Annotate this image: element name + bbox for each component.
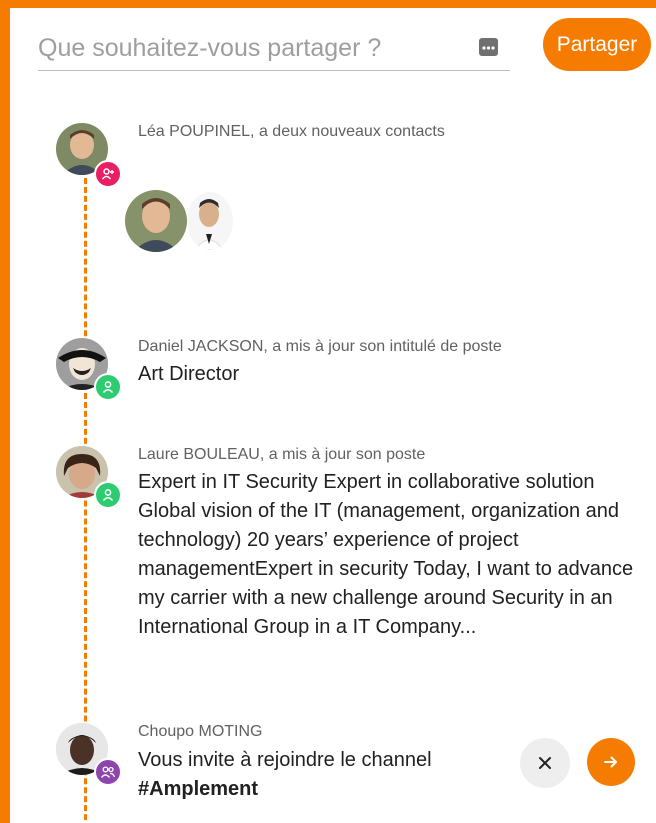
feed-item-header: Daniel JACKSON, a mis à jour son intitul… <box>138 338 502 355</box>
feed-screen: Que souhaitez-vous partager ? Partager L… <box>10 8 656 823</box>
share-button[interactable]: Partager <box>543 18 651 71</box>
feed-item-header: Laure BOULEAU, a mis à jour son poste <box>138 446 426 463</box>
invite-message: Vous invite à rejoindre le channel #Ampl… <box>138 746 432 804</box>
more-horizontal-icon[interactable] <box>479 38 498 56</box>
dismiss-invite-button[interactable] <box>520 738 570 788</box>
person-icon <box>94 373 122 401</box>
position-description: Expert in IT Security Expert in collabor… <box>138 471 634 638</box>
arrow-right-icon <box>604 756 617 768</box>
group-icon <box>94 758 122 786</box>
share-input[interactable]: Que souhaitez-vous partager ? <box>38 30 510 71</box>
accept-invite-button[interactable] <box>587 738 635 786</box>
person-icon <box>94 481 122 509</box>
feed-item-header: Léa POUPINEL, a deux nouveaux contacts <box>138 123 445 140</box>
channel-name[interactable]: #Amplement <box>138 775 432 804</box>
share-input-placeholder: Que souhaitez-vous partager ? <box>38 34 382 62</box>
contact-avatar[interactable] <box>125 190 187 252</box>
job-title: Art Director <box>138 363 240 385</box>
person-add-icon <box>94 160 122 188</box>
close-icon <box>539 757 551 769</box>
invite-text: Vous invite à rejoindre le channel <box>138 749 432 771</box>
contact-avatar[interactable] <box>187 192 233 250</box>
feed-item-header: Choupo MOTING <box>138 723 263 740</box>
